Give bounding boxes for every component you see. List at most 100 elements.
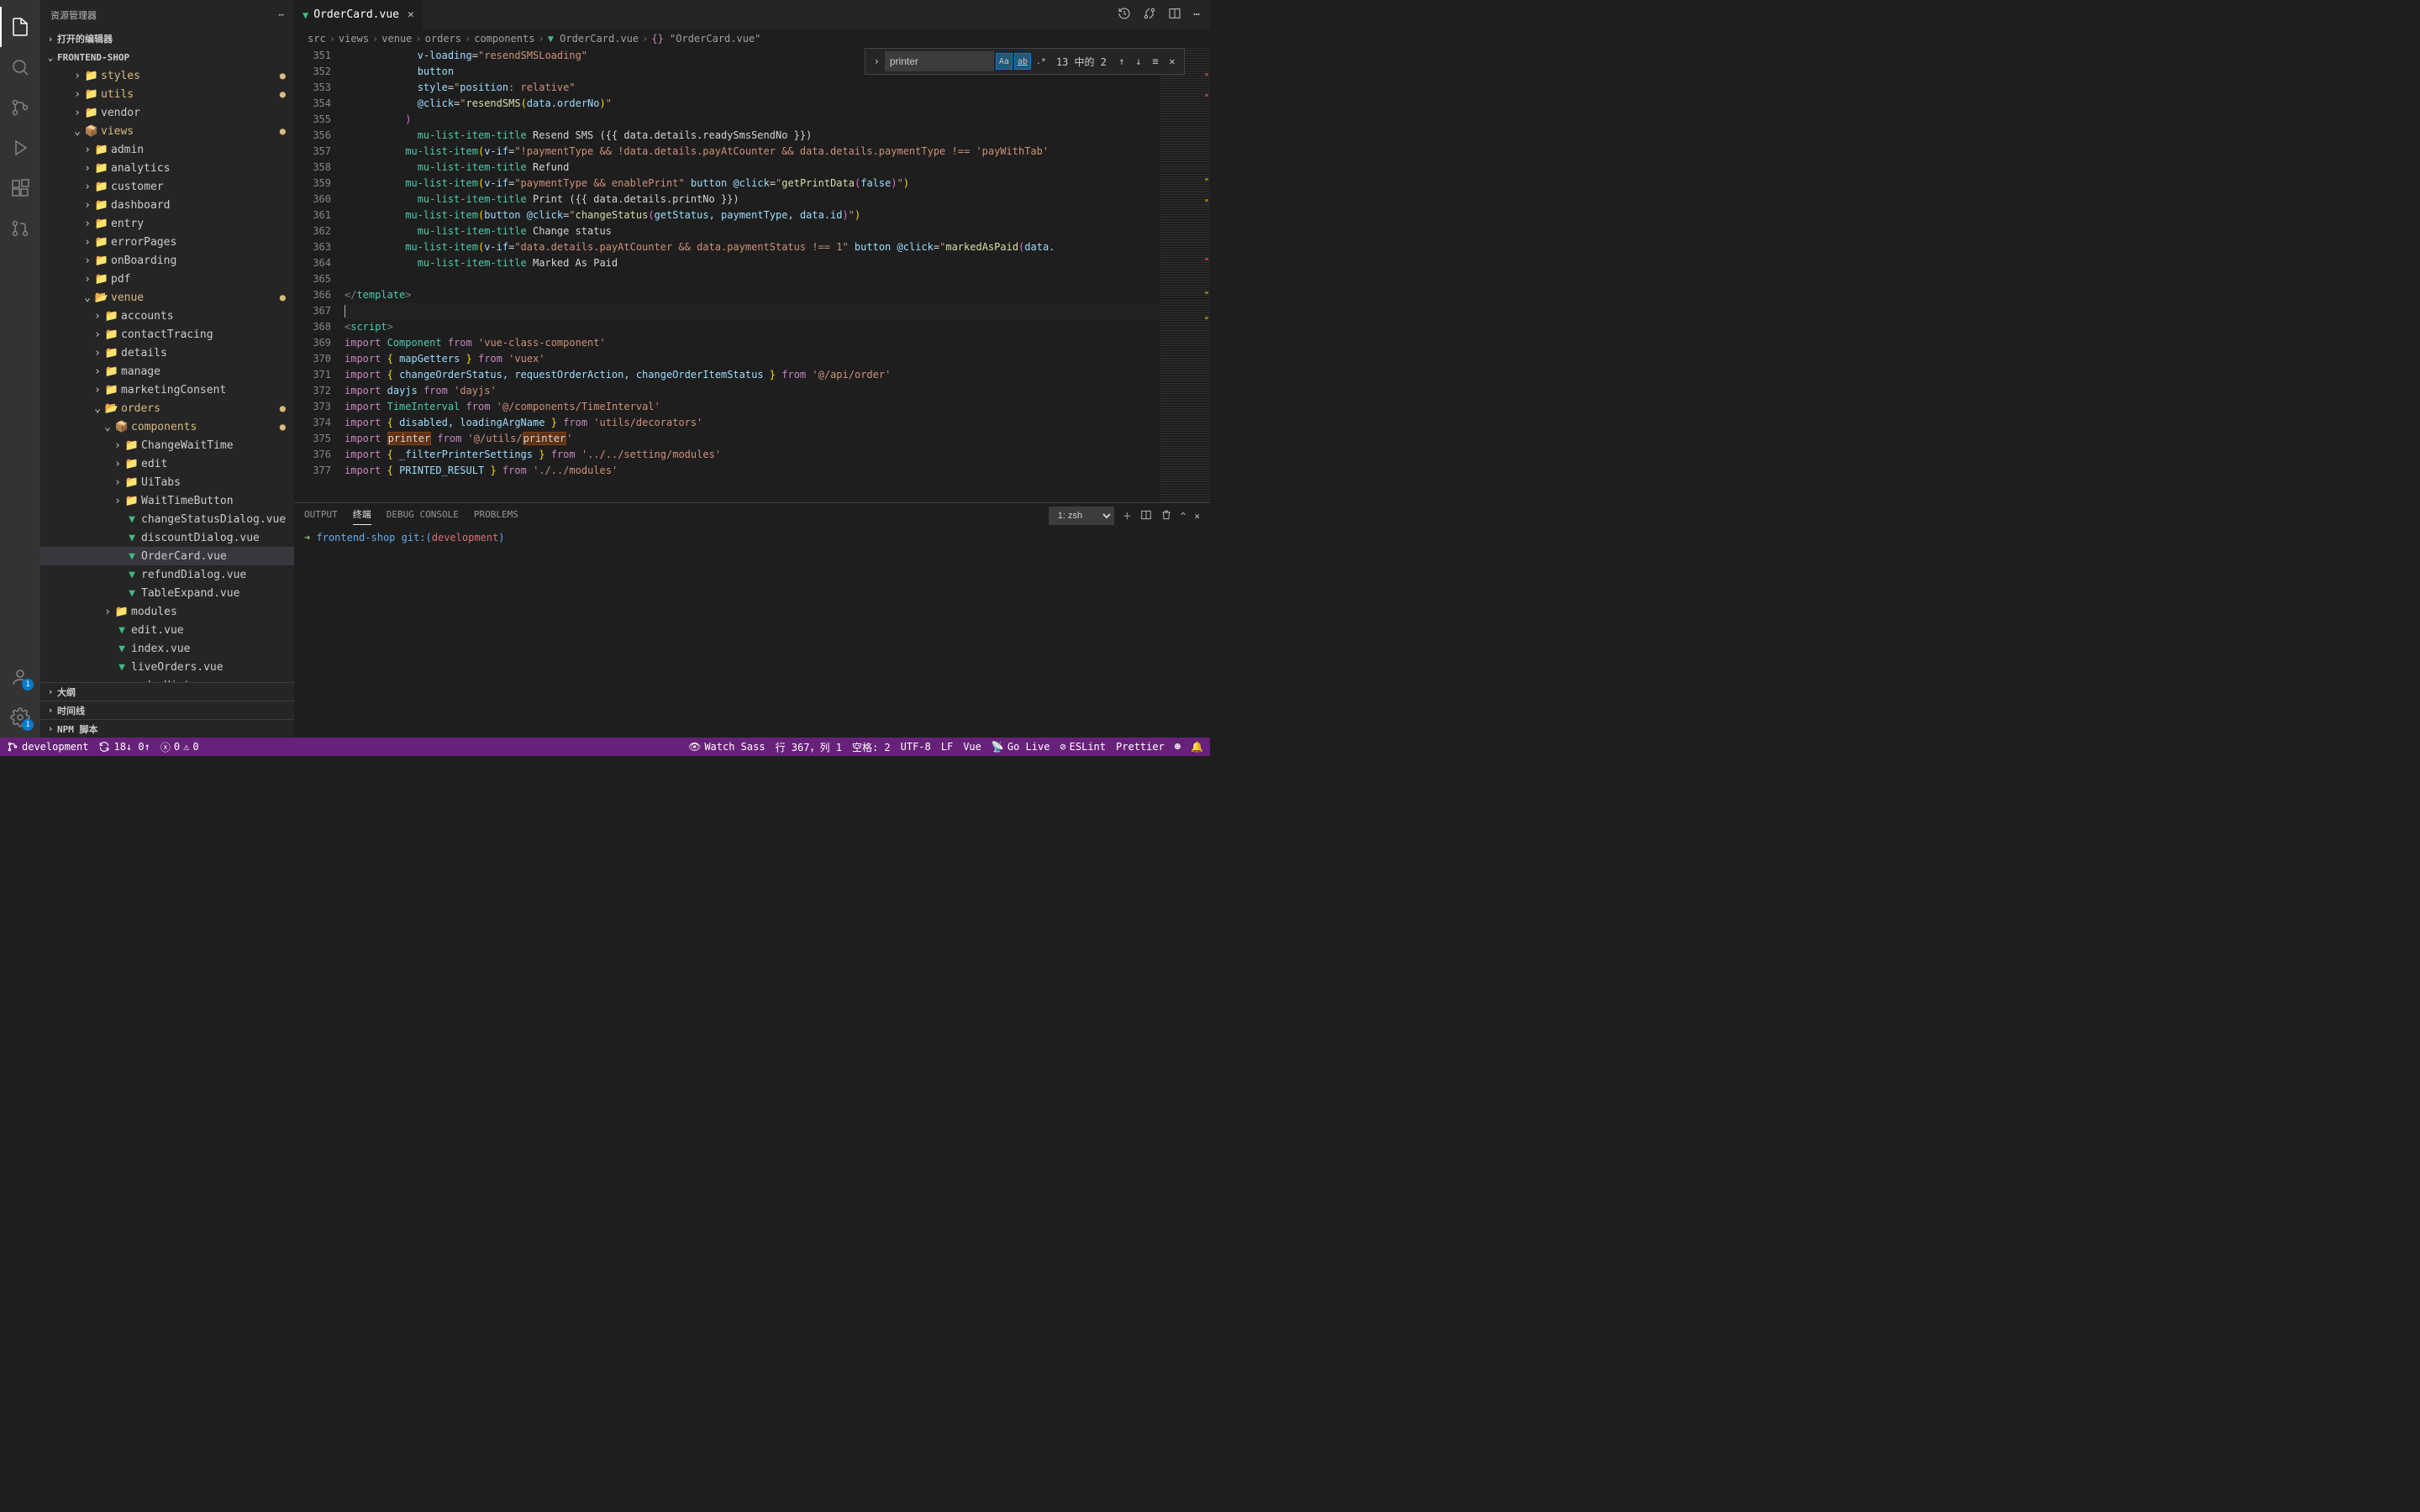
tree-item-orderHistory-vue[interactable]: ▼orderHistory.vue [40, 676, 294, 682]
breadcrumb-0[interactable]: src [308, 33, 326, 45]
tree-item-orders[interactable]: ⌄📂orders● [40, 399, 294, 417]
tree-item-pdf[interactable]: ›📁pdf [40, 270, 294, 288]
breadcrumb-2[interactable]: venue [381, 33, 412, 45]
find-input[interactable] [885, 51, 994, 71]
tree-item-manage[interactable]: ›📁manage [40, 362, 294, 381]
status-feedback-icon[interactable]: ☻ [1175, 741, 1181, 753]
split-terminal-icon[interactable] [1140, 509, 1152, 523]
tree-item-UiTabs[interactable]: ›📁UiTabs [40, 473, 294, 491]
minimap[interactable] [1160, 48, 1210, 502]
panel-tab-debug[interactable]: DEBUG CONSOLE [387, 509, 459, 523]
run-debug-icon[interactable] [0, 128, 40, 168]
close-icon[interactable]: ✕ [408, 8, 414, 21]
find-prev-icon[interactable]: ↑ [1113, 55, 1130, 67]
search-icon[interactable] [0, 47, 40, 87]
status-eol[interactable]: LF [941, 741, 953, 753]
tree-item-changeStatusDialog-vue[interactable]: ▼changeStatusDialog.vue [40, 510, 294, 528]
tree-item-entry[interactable]: ›📁entry [40, 214, 294, 233]
breadcrumb-6[interactable]: {} "OrderCard.vue" [651, 33, 760, 45]
extensions-icon[interactable] [0, 168, 40, 208]
tree-item-modules[interactable]: ›📁modules [40, 602, 294, 621]
find-selection-icon[interactable]: ≡ [1147, 55, 1164, 67]
tree-item-dashboard[interactable]: ›📁dashboard [40, 196, 294, 214]
tree-item-edit-vue[interactable]: ▼edit.vue [40, 621, 294, 639]
tree-item-accounts[interactable]: ›📁accounts [40, 307, 294, 325]
code-editor[interactable]: v-loading="resendSMSLoading" button styl… [345, 48, 1160, 502]
tree-item-WaitTimeButton[interactable]: ›📁WaitTimeButton [40, 491, 294, 510]
status-encoding[interactable]: UTF-8 [901, 741, 931, 753]
status-sync[interactable]: 18↓ 0↑ [98, 741, 150, 753]
npm-scripts-section[interactable]: ›NPM 脚本 [40, 719, 294, 738]
terminal[interactable]: ➜ frontend-shop git:(development) [294, 528, 1210, 738]
panel-close-icon[interactable]: ✕ [1194, 511, 1200, 522]
tree-item-customer[interactable]: ›📁customer [40, 177, 294, 196]
split-editor-icon[interactable] [1168, 7, 1181, 24]
accounts-icon[interactable]: 1 [0, 657, 40, 697]
tree-item-ChangeWaitTime[interactable]: ›📁ChangeWaitTime [40, 436, 294, 454]
tree-item-components[interactable]: ⌄📦components● [40, 417, 294, 436]
tree-item-venue[interactable]: ⌄📂venue● [40, 288, 294, 307]
breadcrumb-4[interactable]: components [474, 33, 534, 45]
find-word-icon[interactable]: ab [1014, 53, 1031, 70]
tree-item-contactTracing[interactable]: ›📁contactTracing [40, 325, 294, 344]
status-bell-icon[interactable]: 🔔 [1191, 741, 1203, 753]
panel-tab-output[interactable]: OUTPUT [304, 509, 338, 523]
terminal-select[interactable]: 1: zsh [1049, 507, 1114, 525]
tabs-bar: ▼ OrderCard.vue ✕ ⋯ [294, 0, 1210, 29]
breadcrumb-3[interactable]: orders [425, 33, 461, 45]
compare-icon[interactable] [1143, 7, 1156, 24]
tree-item-details[interactable]: ›📁details [40, 344, 294, 362]
tree-item-views[interactable]: ⌄📦views● [40, 122, 294, 140]
breadcrumbs[interactable]: src›views›venue›orders›components›▼ Orde… [294, 29, 1210, 48]
more-actions-icon[interactable]: ⋯ [1193, 8, 1200, 21]
status-prettier[interactable]: Prettier [1116, 741, 1165, 753]
panel-maximize-icon[interactable]: ^ [1181, 511, 1186, 522]
panel-tab-problems[interactable]: PROBLEMS [474, 509, 518, 523]
source-control-icon[interactable] [0, 87, 40, 128]
status-eslint[interactable]: ⊘ ESLint [1060, 741, 1106, 753]
status-position[interactable]: 行 367，列 1 [776, 740, 842, 754]
status-golive[interactable]: 📡 Go Live [992, 741, 1050, 753]
find-next-icon[interactable]: ↓ [1130, 55, 1147, 67]
tree-item-discountDialog-vue[interactable]: ▼discountDialog.vue [40, 528, 294, 547]
tree-item-styles[interactable]: ›📁styles● [40, 66, 294, 85]
tree-item-liveOrders-vue[interactable]: ▼liveOrders.vue [40, 658, 294, 676]
tree-item-errorPages[interactable]: ›📁errorPages [40, 233, 294, 251]
tree-item-OrderCard-vue[interactable]: ▼OrderCard.vue [40, 547, 294, 565]
status-watch-sass[interactable]: 👁 Watch Sass [688, 741, 765, 753]
git-pr-icon[interactable] [0, 208, 40, 249]
explorer-icon[interactable] [0, 7, 40, 47]
find-close-icon[interactable]: ✕ [1164, 55, 1181, 67]
tree-item-TableExpand-vue[interactable]: ▼TableExpand.vue [40, 584, 294, 602]
find-case-icon[interactable]: Aa [996, 53, 1013, 70]
panel-tab-terminal[interactable]: 终端 [353, 507, 371, 525]
tree-item-index-vue[interactable]: ▼index.vue [40, 639, 294, 658]
status-language[interactable]: Vue [963, 741, 981, 753]
status-errors[interactable]: ⓧ0 ⚠0 [160, 740, 199, 754]
history-icon[interactable] [1118, 7, 1131, 24]
status-spaces[interactable]: 空格: 2 [852, 740, 891, 754]
project-section[interactable]: ⌄FRONTEND-SHOP [40, 48, 294, 66]
status-branch[interactable]: development [7, 741, 88, 753]
tree-item-utils[interactable]: ›📁utils● [40, 85, 294, 103]
find-expand-icon[interactable]: › [869, 55, 885, 67]
tree-item-onBoarding[interactable]: ›📁onBoarding [40, 251, 294, 270]
breadcrumb-5[interactable]: ▼ OrderCard.vue [548, 33, 639, 45]
new-terminal-icon[interactable]: ＋ [1123, 509, 1132, 522]
kill-terminal-icon[interactable] [1160, 509, 1172, 523]
tab-ordercard[interactable]: ▼ OrderCard.vue ✕ [294, 0, 424, 29]
tree-item-marketingConsent[interactable]: ›📁marketingConsent [40, 381, 294, 399]
outline-section[interactable]: ›大纲 [40, 682, 294, 701]
find-regex-icon[interactable]: .* [1033, 53, 1050, 70]
timeline-section[interactable]: ›时间线 [40, 701, 294, 719]
file-tree[interactable]: ›📁styles●›📁utils●›📁vendor⌄📦views●›📁admin… [40, 66, 294, 682]
settings-gear-icon[interactable]: 1 [0, 697, 40, 738]
open-editors-section[interactable]: ›打开的编辑器 [40, 29, 294, 48]
breadcrumb-1[interactable]: views [339, 33, 369, 45]
tree-item-admin[interactable]: ›📁admin [40, 140, 294, 159]
tree-item-vendor[interactable]: ›📁vendor [40, 103, 294, 122]
tree-item-refundDialog-vue[interactable]: ▼refundDialog.vue [40, 565, 294, 584]
tree-item-edit[interactable]: ›📁edit [40, 454, 294, 473]
sidebar-more-icon[interactable]: ⋯ [278, 9, 284, 20]
tree-item-analytics[interactable]: ›📁analytics [40, 159, 294, 177]
